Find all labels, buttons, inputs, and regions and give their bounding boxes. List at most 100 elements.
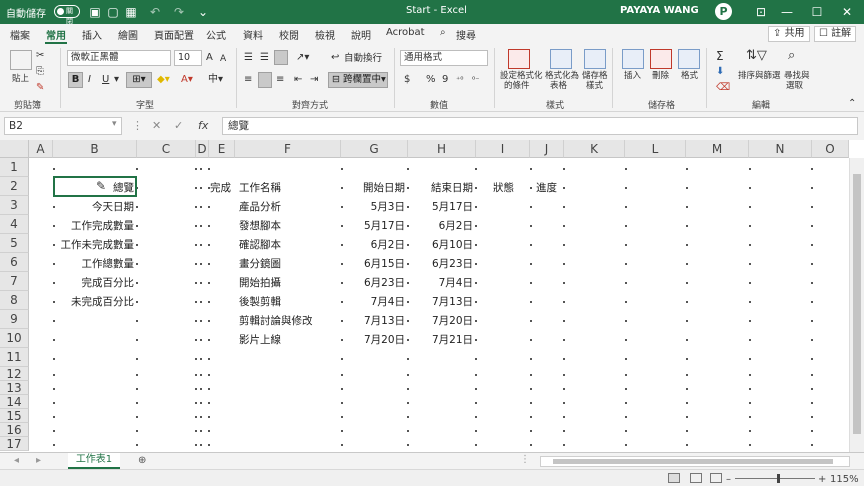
- minimize-button[interactable]: —: [772, 0, 802, 24]
- collapse-ribbon-icon[interactable]: ⌃: [848, 98, 856, 110]
- close-button[interactable]: ✕: [832, 0, 862, 24]
- cell-f[interactable]: 後製剪輯: [239, 294, 339, 309]
- cell-b[interactable]: 今天日期: [54, 199, 134, 214]
- fill-color-icon[interactable]: ◆▾: [157, 74, 170, 86]
- bottom-align-icon[interactable]: [274, 50, 288, 65]
- cell-b[interactable]: 工作未完成數量: [54, 237, 135, 252]
- percent-button[interactable]: %: [426, 74, 436, 86]
- row-header[interactable]: 16: [0, 423, 29, 437]
- align-right-icon[interactable]: ≡: [276, 74, 284, 86]
- worksheet-grid[interactable]: ABCDEFGHIJKLMNO 1 2 3 4 5 6 7 8 9 10 11 12 13 14 15 16 1…: [0, 140, 864, 452]
- search-icon[interactable]: ⌕: [440, 27, 446, 38]
- tab-insert[interactable]: 插入: [82, 27, 102, 42]
- increase-indent-icon[interactable]: ⇥: [310, 74, 318, 86]
- cell-g[interactable]: 開始日期: [342, 180, 405, 195]
- enter-icon[interactable]: ✓: [174, 119, 183, 132]
- tab-page-layout[interactable]: 頁面配置: [154, 27, 194, 42]
- vertical-scrollbar[interactable]: [849, 158, 864, 452]
- paste-icon[interactable]: [10, 50, 32, 70]
- cell-b[interactable]: 完成百分比: [54, 275, 135, 290]
- paste-button[interactable]: 貼上: [12, 74, 29, 84]
- top-align-icon[interactable]: ☰: [244, 52, 253, 64]
- cell-h[interactable]: 7月20日: [409, 313, 473, 328]
- column-header[interactable]: J: [530, 140, 564, 158]
- increase-decimal-icon[interactable]: ⁺⁰: [456, 74, 463, 86]
- decrease-indent-icon[interactable]: ⇤: [294, 74, 302, 86]
- font-size-select[interactable]: 10: [174, 50, 202, 66]
- cell-e[interactable]: 完成: [210, 180, 234, 195]
- customize-qat-icon[interactable]: ⌄: [194, 3, 212, 21]
- font-color-icon[interactable]: A▾: [181, 74, 193, 86]
- tab-splitter-icon[interactable]: ⋮: [520, 454, 530, 466]
- zoom-in-button[interactable]: +: [818, 474, 826, 485]
- row-header[interactable]: 1: [0, 158, 29, 177]
- conditional-format-icon[interactable]: [508, 49, 530, 69]
- currency-button[interactable]: $: [404, 74, 410, 86]
- column-header[interactable]: I: [476, 140, 530, 158]
- vertical-scroll-thumb[interactable]: [853, 174, 861, 434]
- cell-g[interactable]: 6月2日: [342, 237, 405, 252]
- user-name[interactable]: PAYAYA WANG: [620, 5, 699, 16]
- cell-b[interactable]: 未完成百分比: [54, 294, 134, 309]
- quick-access-icon[interactable]: ▢: [104, 3, 122, 21]
- cancel-icon[interactable]: ✕: [152, 119, 161, 132]
- sheet-tab[interactable]: 工作表1: [68, 453, 120, 469]
- maximize-button[interactable]: ☐: [802, 0, 832, 24]
- cell-h[interactable]: 6月10日: [409, 237, 473, 252]
- tab-review[interactable]: 校閱: [279, 27, 299, 42]
- cell-styles-button[interactable]: 儲存格: [582, 71, 608, 81]
- zoom-slider[interactable]: [735, 478, 815, 479]
- column-header[interactable]: L: [625, 140, 686, 158]
- zoom-level[interactable]: 115%: [830, 474, 859, 485]
- cell-f[interactable]: 確認腳本: [239, 237, 339, 252]
- row-header[interactable]: 8: [0, 291, 29, 310]
- column-header[interactable]: D: [196, 140, 209, 158]
- insert-function-icon[interactable]: fx: [198, 119, 208, 132]
- cell-f[interactable]: 發想腳本: [239, 218, 339, 233]
- prev-sheet-icon[interactable]: ◂: [14, 455, 19, 467]
- tab-search[interactable]: 搜尋: [456, 27, 476, 42]
- row-header[interactable]: 6: [0, 253, 29, 272]
- row-header[interactable]: 13: [0, 381, 29, 395]
- row-header[interactable]: 9: [0, 310, 29, 329]
- wrap-text-button[interactable]: 自動換行: [344, 54, 382, 64]
- cell-g[interactable]: 6月15日: [342, 256, 405, 271]
- cell-h[interactable]: 7月13日: [409, 294, 473, 309]
- format-as-table-button[interactable]: 格式化為: [545, 71, 579, 81]
- format-as-table-icon[interactable]: [550, 49, 572, 69]
- decrease-decimal-icon[interactable]: ⁰⁻: [472, 74, 479, 86]
- cell-f[interactable]: 剪輯討論與修改: [239, 313, 339, 328]
- merge-center-button[interactable]: ⊟ 跨欄置中▾: [328, 72, 388, 88]
- tab-view[interactable]: 檢視: [315, 27, 335, 42]
- decrease-font-icon[interactable]: A: [220, 53, 226, 65]
- quick-access-icon[interactable]: ▦: [122, 3, 140, 21]
- delete-cells-button[interactable]: 刪除: [652, 71, 669, 81]
- column-header[interactable]: K: [564, 140, 625, 158]
- insert-cells-button[interactable]: 插入: [624, 71, 641, 81]
- borders-button[interactable]: ⊞▾: [126, 72, 152, 88]
- cut-icon[interactable]: ✂: [36, 50, 44, 62]
- row-header[interactable]: 3: [0, 196, 29, 215]
- cell-b[interactable]: 總覽: [54, 180, 134, 195]
- cell-b[interactable]: 工作總數量: [54, 256, 135, 271]
- cell-g[interactable]: 5月17日: [342, 218, 405, 233]
- cell-i[interactable]: 狀態: [493, 180, 529, 195]
- column-header[interactable]: N: [749, 140, 812, 158]
- next-sheet-icon[interactable]: ▸: [36, 455, 41, 467]
- cell-f[interactable]: 畫分鏡圖: [239, 256, 339, 271]
- share-button[interactable]: ⇪ 共用: [768, 26, 810, 42]
- zoom-slider-knob[interactable]: [777, 474, 780, 483]
- row-header[interactable]: 15: [0, 409, 29, 423]
- find-select-button[interactable]: 尋找與: [784, 71, 810, 81]
- comma-button[interactable]: 9: [442, 74, 448, 86]
- tab-formulas[interactable]: 公式: [206, 27, 226, 42]
- zoom-out-button[interactable]: –: [726, 474, 731, 485]
- save-icon[interactable]: ▣: [86, 3, 104, 21]
- cell-h[interactable]: 5月17日: [409, 199, 473, 214]
- tab-draw[interactable]: 繪圖: [118, 27, 138, 42]
- redo-icon[interactable]: ↷: [170, 3, 188, 21]
- cell-f[interactable]: 開始拍攝: [239, 275, 339, 290]
- fill-icon[interactable]: ⬇: [716, 66, 724, 78]
- name-box[interactable]: B2: [4, 117, 122, 135]
- tab-acrobat[interactable]: Acrobat: [386, 27, 425, 38]
